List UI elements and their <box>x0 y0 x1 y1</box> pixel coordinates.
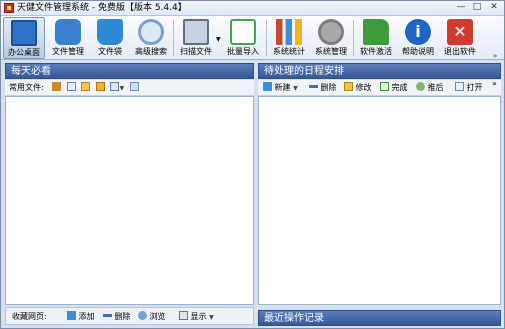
delete-schedule-button[interactable]: 删除 <box>306 80 337 96</box>
info-icon: i <box>405 19 431 45</box>
main-toolbar: 办公桌面 文件管理 文件袋 高级搜索 扫描文件 ▼ 批量导入 系统统计 系统管理… <box>1 16 504 60</box>
close-button[interactable]: ✕ <box>485 2 503 14</box>
toolbar-software-activation-button[interactable]: 软件激活 <box>356 17 396 59</box>
bookmarks-bar: 收藏网页: 添加 删除 浏览 显示 ▼ <box>5 307 254 325</box>
display-mode-button[interactable]: 显示 ▼ <box>176 308 214 327</box>
pending-schedule-title: 待处理的日程安排 <box>258 63 501 79</box>
toolbar-help-button[interactable]: i 帮助说明 <box>398 17 438 59</box>
toolbar-advanced-search-button[interactable]: 高级搜索 <box>131 17 171 59</box>
open-schedule-button[interactable]: 打开 <box>452 80 483 96</box>
postpone-icon <box>416 82 425 91</box>
open-document-icon <box>455 82 464 91</box>
toolbar-overflow-button[interactable]: » <box>493 52 497 60</box>
minus-icon <box>103 314 112 317</box>
gear-icon <box>318 19 344 45</box>
toolbar-file-management-button[interactable]: 文件管理 <box>47 17 89 59</box>
toolbar-exit-button[interactable]: ✕ 退出软件 <box>440 17 480 59</box>
toolbar-separator <box>353 20 354 56</box>
home-icon[interactable] <box>52 82 62 91</box>
daily-must-see-content <box>5 96 254 305</box>
app-window: 天健文件管理系统 - 免费版【版本 5.4.4】 — □ ✕ 办公桌面 文件管理… <box>0 0 505 329</box>
common-files-label: 常用文件: <box>9 83 44 92</box>
toolbar-scan-file-button[interactable]: 扫描文件 <box>176 17 216 59</box>
toolbar-separator <box>173 20 174 56</box>
postpone-schedule-button[interactable]: 推后 <box>413 80 444 96</box>
recent-operations-title: 最近操作记录 <box>258 310 501 326</box>
schedule-toolbar-overflow[interactable]: » <box>492 76 497 92</box>
complete-schedule-button[interactable]: 完成 <box>377 80 408 96</box>
display-icon <box>179 311 188 320</box>
edit-folder-icon <box>344 82 353 91</box>
exit-icon: ✕ <box>447 19 473 45</box>
browse-icon <box>138 311 147 320</box>
scanner-icon <box>183 19 209 45</box>
batch-import-icon <box>230 19 256 45</box>
window-title: 天健文件管理系统 - 免费版【版本 5.4.4】 <box>17 3 187 13</box>
toolbar-office-desktop-button[interactable]: 办公桌面 <box>3 17 45 59</box>
checkmark-icon <box>380 82 389 91</box>
document-icon[interactable] <box>66 82 76 91</box>
magnifier-icon <box>138 19 164 45</box>
toolbar-system-statistics-button[interactable]: 系统统计 <box>269 17 309 59</box>
minimize-button[interactable]: — <box>453 2 469 14</box>
title-bar: 天健文件管理系统 - 免费版【版本 5.4.4】 — □ ✕ <box>1 1 504 16</box>
display-dropdown-icon: ▼ <box>209 314 214 321</box>
daily-must-see-title: 每天必看 <box>5 63 254 79</box>
notes-icon[interactable] <box>129 82 139 91</box>
pending-schedule-content <box>258 96 501 305</box>
bar-chart-icon <box>276 19 302 45</box>
envelope-icon[interactable] <box>81 82 91 91</box>
add-bookmark-button[interactable]: 添加 <box>64 308 95 326</box>
minus-icon <box>309 85 318 88</box>
file-bag-icon <box>97 19 123 45</box>
maximize-button[interactable]: □ <box>469 2 485 14</box>
toolbar-batch-import-button[interactable]: 批量导入 <box>222 17 264 59</box>
desktop-icon <box>11 20 37 46</box>
toolbar-system-management-button[interactable]: 系统管理 <box>311 17 351 59</box>
window-dropdown-icon[interactable]: ▼ <box>119 85 124 92</box>
app-logo-icon <box>4 3 14 13</box>
plus-icon <box>263 82 272 91</box>
edit-schedule-button[interactable]: 修改 <box>341 80 372 96</box>
folder-icon[interactable] <box>95 82 105 91</box>
common-files-bar: 常用文件: ▼ <box>5 80 254 96</box>
toolbar-file-bag-button[interactable]: 文件袋 <box>91 17 129 59</box>
plus-icon <box>67 311 76 320</box>
delete-bookmark-button[interactable]: 删除 <box>100 308 131 326</box>
browse-bookmark-button[interactable]: 浏览 <box>135 308 166 326</box>
toolbar-separator <box>266 20 267 56</box>
bookmarks-label: 收藏网页: <box>12 312 47 321</box>
schedule-toolbar: 新建 ▼ 删除 修改 完成 推后 打开 » <box>258 79 501 97</box>
key-folder-icon <box>363 19 389 45</box>
scan-dropdown-arrow-icon[interactable]: ▼ <box>216 36 221 43</box>
new-schedule-button[interactable]: 新建 ▼ <box>260 80 298 97</box>
folder-gear-icon <box>55 19 81 45</box>
new-dropdown-icon: ▼ <box>293 85 298 92</box>
